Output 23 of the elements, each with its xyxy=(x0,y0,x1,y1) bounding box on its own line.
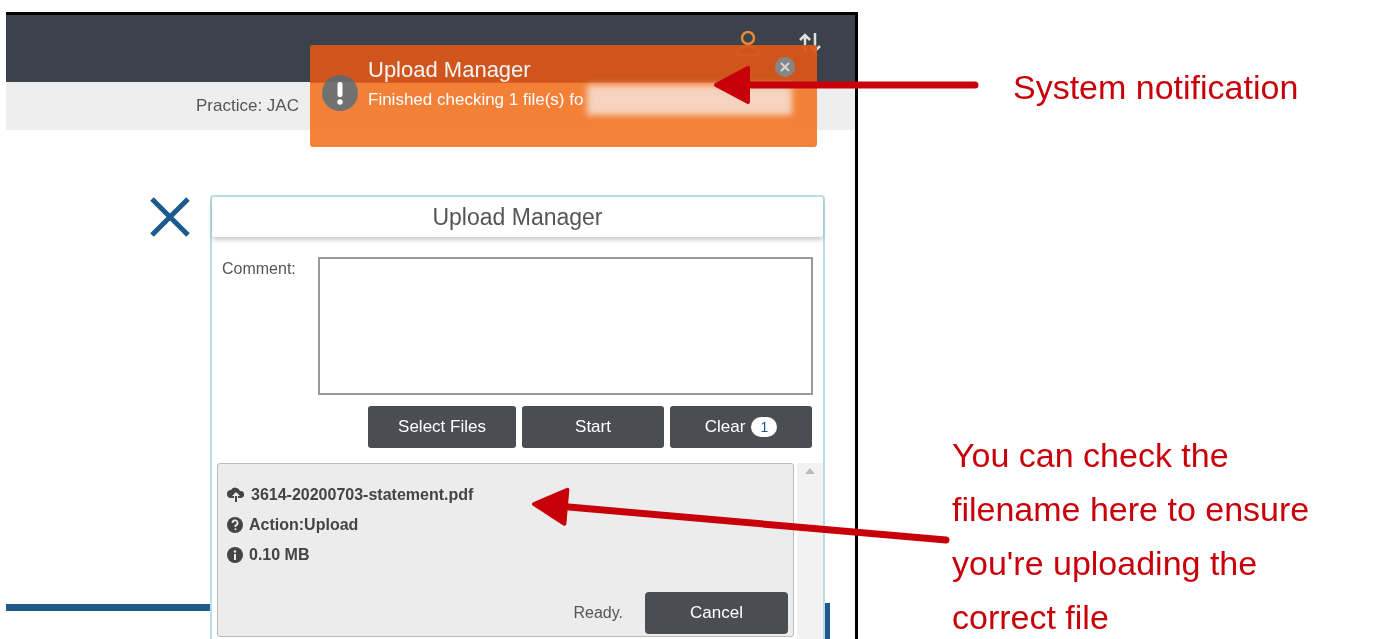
toolbar-button[interactable]: Start xyxy=(522,406,664,448)
file-status: Ready. xyxy=(573,603,623,623)
file-size: 0.10 MB xyxy=(249,545,310,565)
close-icon[interactable] xyxy=(149,197,191,237)
cancel-button[interactable]: Cancel xyxy=(645,592,788,634)
practice-label: Practice: JAC xyxy=(196,95,299,118)
panel-title: Upload Manager xyxy=(432,202,603,232)
count-badge: 1 xyxy=(751,417,778,437)
annotation-text: System notification xyxy=(1013,67,1299,108)
alert-icon xyxy=(322,75,358,111)
edge-strip xyxy=(825,603,830,639)
cloud-upload-icon xyxy=(227,487,245,503)
comment-label: Comment: xyxy=(222,259,297,279)
notification-title: Upload Manager xyxy=(368,56,531,84)
comment-field[interactable] xyxy=(318,257,813,395)
file-name: 3614-20200703-statement.pdf xyxy=(251,485,474,505)
file-action: Action:Upload xyxy=(249,515,359,535)
help-icon xyxy=(227,517,243,533)
annotation-text: You can check the filename here to ensure you're uploading the correct file xyxy=(952,435,1310,638)
info-icon xyxy=(227,547,243,563)
toolbar-button[interactable]: Select Files xyxy=(368,406,516,448)
toolbar-button[interactable]: Clear 1 xyxy=(670,406,812,448)
notification-message: Finished checking 1 file(s) fo xyxy=(368,89,584,111)
